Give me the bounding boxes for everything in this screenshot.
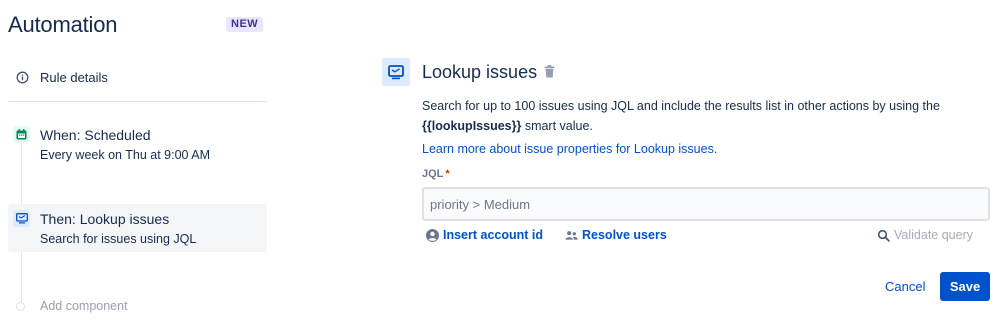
info-icon [16, 71, 29, 84]
description-text: Search for up to 100 issues using JQL an… [422, 99, 940, 113]
user-avatar-icon [426, 228, 439, 242]
add-component-dot [16, 301, 25, 311]
panel-description: Search for up to 100 issues using JQL an… [422, 96, 982, 136]
jql-label: JQL * [422, 168, 450, 180]
page-title: Automation [8, 12, 118, 37]
description-suffix: smart value. [521, 119, 593, 133]
step-subtitle: Every week on Thu at 9:00 AM [40, 148, 211, 162]
rule-details-item[interactable]: Rule details [16, 70, 108, 85]
resolve-users-link[interactable]: Resolve users [565, 228, 667, 242]
required-marker: * [445, 168, 450, 180]
smart-value-token: {{lookupIssues}} [422, 119, 522, 133]
rule-details-label: Rule details [40, 70, 108, 85]
save-button[interactable]: Save [940, 272, 990, 301]
validate-query-label: Validate query [894, 228, 973, 242]
lookup-issues-header-icon [382, 58, 410, 86]
jql-label-text: JQL [422, 168, 444, 180]
sidebar-divider [8, 101, 267, 102]
insert-account-id-link[interactable]: Insert account id [426, 228, 543, 242]
panel-title: Lookup issues [422, 62, 538, 82]
cancel-button[interactable]: Cancel [876, 272, 934, 301]
new-badge: NEW [226, 17, 264, 32]
users-icon [565, 230, 578, 240]
resolve-users-label: Resolve users [582, 228, 667, 242]
step-title: Then: Lookup issues [40, 211, 170, 227]
monitor-icon [388, 64, 404, 79]
trash-icon[interactable] [544, 65, 555, 78]
insert-account-id-label: Insert account id [443, 228, 544, 242]
step-title: When: Scheduled [40, 127, 151, 143]
search-icon [877, 229, 890, 242]
jql-input[interactable] [422, 187, 990, 221]
monitor-icon [13, 210, 30, 227]
validate-query-button[interactable]: Validate query [877, 228, 973, 242]
calendar-icon [13, 126, 30, 143]
step-when-scheduled[interactable]: When: Scheduled Every week on Thu at 9:0… [8, 120, 267, 168]
add-component-label: Add component [40, 299, 128, 313]
learn-more-link[interactable]: Learn more about issue properties for Lo… [422, 142, 717, 156]
step-then-lookup-issues[interactable]: Then: Lookup issues Search for issues us… [8, 204, 267, 252]
step-subtitle: Search for issues using JQL [40, 232, 197, 246]
add-component-item[interactable]: Add component [16, 299, 128, 313]
